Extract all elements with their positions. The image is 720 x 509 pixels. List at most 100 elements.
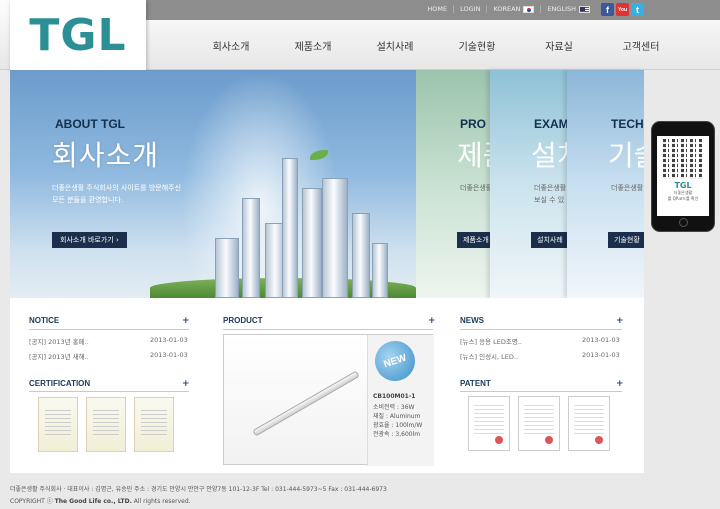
top-links: HOME LOGIN KOREAN ENGLISH xyxy=(421,5,596,13)
led-tube-image xyxy=(252,370,360,437)
patent-title: PATENT xyxy=(460,379,491,388)
patent-more-icon[interactable]: + xyxy=(616,379,624,389)
news-date: 2013-01-03 xyxy=(582,351,620,359)
patent-thumbnail[interactable] xyxy=(568,396,610,451)
product-model: CB100M01-1 xyxy=(373,393,416,400)
building-image xyxy=(215,238,239,298)
product-showcase[interactable]: NEW CB100M01-1 소비전력 : 36W 재질 : Aluminum … xyxy=(223,334,434,466)
panel-en-title: TECH xyxy=(611,117,644,131)
panel-ko-title: 설치 xyxy=(531,139,570,172)
panel-button[interactable]: 기술현황 xyxy=(608,232,644,248)
seal-icon xyxy=(495,436,503,444)
panel-examples[interactable]: EXAM 설치 더좋은생활 보실 수 있 설치사례 xyxy=(490,70,570,298)
top-link-korean[interactable]: KOREAN xyxy=(486,5,540,13)
certification-more-icon[interactable]: + xyxy=(182,379,190,389)
notice-more-icon[interactable]: + xyxy=(182,316,190,326)
banner-desc-line: 더좋은생활 주식회사의 사이트를 방문해주신 xyxy=(52,184,182,192)
building-image xyxy=(302,188,322,298)
logo-text: TGL xyxy=(29,9,127,61)
main-banner: ABOUT TGL 회사소개 더좋은생활 주식회사의 사이트를 방문해주신 모든… xyxy=(10,70,416,298)
nav-item-technology[interactable]: 기술현황 xyxy=(436,38,518,53)
product-title: PRODUCT xyxy=(223,316,263,325)
building-image xyxy=(282,158,298,298)
nav-item-products[interactable]: 제품소개 xyxy=(272,38,354,53)
twitter-icon[interactable]: t xyxy=(631,3,644,16)
patent-thumbnail[interactable] xyxy=(468,396,510,451)
notice-date: 2013-01-03 xyxy=(150,336,188,344)
nav-item-company[interactable]: 회사소개 xyxy=(190,38,272,53)
top-link-english-label: ENGLISH xyxy=(547,5,576,13)
building-image xyxy=(322,178,348,298)
panel-description: 더좋은생활 xyxy=(611,184,644,192)
building-image xyxy=(242,198,260,298)
news-date: 2013-01-03 xyxy=(582,336,620,344)
banner-description: 더좋은생활 주식회사의 사이트를 방문해주신 모든 분들을 환영합니다. xyxy=(52,182,202,206)
top-link-login-label: LOGIN xyxy=(460,5,481,13)
divider xyxy=(29,329,189,330)
certification-title: CERTIFICATION xyxy=(29,379,91,388)
panel-ko-title: 기술 xyxy=(608,139,644,172)
news-item[interactable]: [뉴스] 인성시, LED.. xyxy=(460,351,518,361)
logo[interactable]: TGL xyxy=(10,0,146,70)
panel-technology[interactable]: TECH 기술 더좋은생활 기술현황 xyxy=(567,70,644,298)
qr-code-icon xyxy=(663,139,703,179)
panel-en-title: EXAM xyxy=(534,117,569,131)
panel-en-title: PRO xyxy=(460,117,487,131)
banner-ko-title: 회사소개 xyxy=(52,139,160,172)
nav-item-archive[interactable]: 자료실 xyxy=(518,38,600,53)
seal-icon xyxy=(545,436,553,444)
new-badge: NEW xyxy=(369,335,421,387)
product-spec: 소비전력 : 36W xyxy=(373,404,415,411)
top-link-login[interactable]: LOGIN xyxy=(453,5,486,13)
notice-item[interactable]: [공지] 2013년 새해.. xyxy=(29,351,89,361)
certificate-thumbnail[interactable] xyxy=(86,397,126,452)
about-more-button[interactable]: 회사소개 바로가기 › xyxy=(52,232,127,248)
panel-description: 더좋은생활 보실 수 있 xyxy=(534,184,567,204)
product-spec: 광효율 : 100lm/W xyxy=(373,422,423,429)
phone-note: 를 QR코드를 확인 xyxy=(667,196,699,201)
copyright-company: The Good Life co., LTD. xyxy=(54,498,132,505)
news-more-icon[interactable]: + xyxy=(616,316,624,326)
content-area: NOTICE + [공지] 2013년 홍페.. 2013-01-03 [공지]… xyxy=(10,298,644,473)
panel-button[interactable]: 설치사례 xyxy=(531,232,569,248)
building-image xyxy=(352,213,370,298)
facebook-icon[interactable]: f xyxy=(601,3,614,16)
notice-date: 2013-01-03 xyxy=(150,351,188,359)
product-more-icon[interactable]: + xyxy=(428,316,436,326)
banner-en-title: ABOUT TGL xyxy=(55,117,125,131)
footer-copyright: COPYRIGHT ⓒ The Good Life co., LTD. All … xyxy=(10,496,191,505)
product-info: NEW CB100M01-1 소비전력 : 36W 재질 : Aluminum … xyxy=(367,335,434,466)
youtube-icon[interactable]: You xyxy=(616,3,629,16)
divider xyxy=(460,391,622,392)
divider xyxy=(29,391,189,392)
home-button-icon xyxy=(679,218,688,227)
certificate-thumbnail[interactable] xyxy=(38,397,78,452)
news-item[interactable]: [뉴스] 응용 LED조명.. xyxy=(460,336,522,346)
product-spec: 전광속 : 3,600lm xyxy=(373,431,421,438)
nav-item-support[interactable]: 고객센터 xyxy=(600,38,682,53)
copyright-suffix: All rights reserved. xyxy=(131,498,191,505)
nav-item-installations[interactable]: 설치사례 xyxy=(354,38,436,53)
product-spec: 재질 : Aluminum xyxy=(373,413,421,420)
divider xyxy=(460,329,622,330)
header: TGL HOME LOGIN KOREAN ENGLISH f You t 회사… xyxy=(0,0,720,70)
panel-products[interactable]: PRO 제품 더좋은생활 제품소개 xyxy=(416,70,496,298)
notice-title: NOTICE xyxy=(29,316,60,325)
divider xyxy=(223,329,433,330)
top-link-korean-label: KOREAN xyxy=(493,5,521,13)
mobile-qr-widget[interactable]: TGL 더좋은생활 를 QR코드를 확인 xyxy=(651,121,715,232)
certificate-thumbnail[interactable] xyxy=(134,397,174,452)
top-link-home[interactable]: HOME xyxy=(421,5,453,13)
seal-icon xyxy=(595,436,603,444)
notice-item[interactable]: [공지] 2013년 홍페.. xyxy=(29,336,89,346)
news-title: NEWS xyxy=(460,316,484,325)
banner-desc-line: 모든 분들을 환영합니다. xyxy=(52,196,124,204)
patent-thumbnail[interactable] xyxy=(518,396,560,451)
copyright-prefix: COPYRIGHT ⓒ xyxy=(10,498,55,505)
phone-screen: TGL 더좋은생활 를 QR코드를 확인 xyxy=(657,136,709,216)
social-links: f You t xyxy=(601,3,644,16)
top-link-english[interactable]: ENGLISH xyxy=(540,5,596,13)
panel-description: 더좋은생활 xyxy=(460,184,493,192)
top-link-home-label: HOME xyxy=(427,5,448,13)
phone-brand: TGL xyxy=(674,181,692,190)
